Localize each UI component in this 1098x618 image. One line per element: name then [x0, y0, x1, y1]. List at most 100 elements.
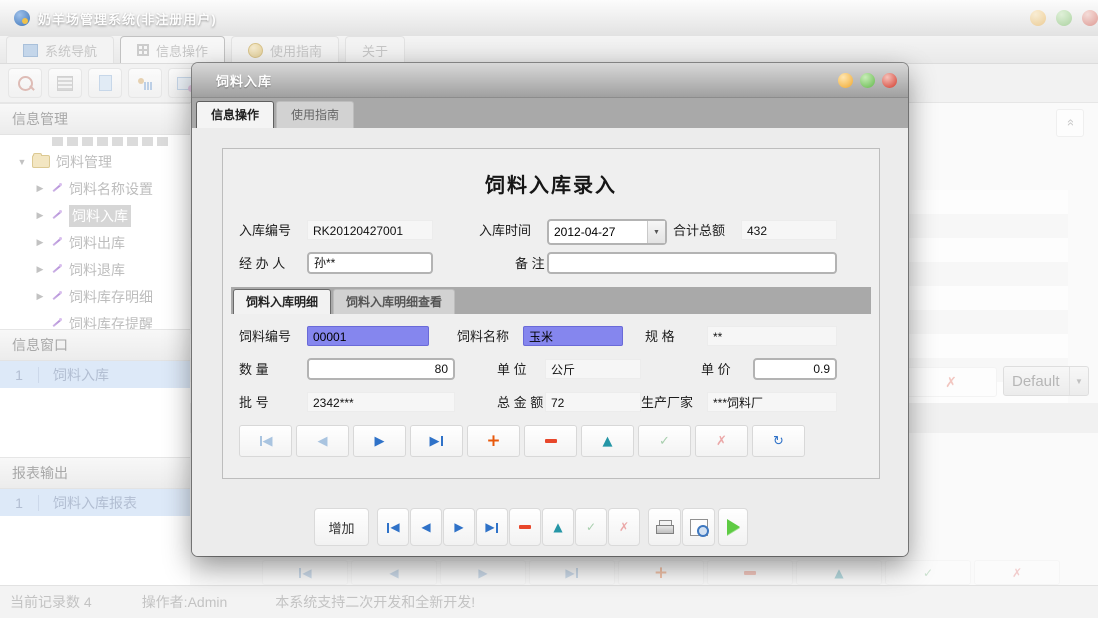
form-panel: 饲料入库录入 入库编号 RK20120427001 入库时间 2012-04-2… — [222, 148, 880, 479]
tab-inbound-detail-view[interactable]: 饲料入库明细查看 — [333, 289, 455, 314]
tree-item-feed-return[interactable]: ▶ 饲料退库 — [0, 256, 190, 283]
handler-input[interactable]: 孙** — [307, 252, 433, 274]
feed-name-label: 饲料名称 — [457, 326, 509, 348]
dialog-maximize-button[interactable] — [860, 73, 875, 88]
bg-next-button[interactable]: ▶ — [440, 560, 526, 585]
batch-field[interactable]: 2342*** — [307, 392, 455, 412]
nav-insert-button[interactable]: + — [467, 425, 520, 457]
chevron-right-icon[interactable]: ▶ — [34, 264, 46, 275]
dialog-titlebar[interactable]: 饲料入库 — [192, 63, 908, 98]
add-button[interactable]: 增加 — [314, 508, 369, 546]
tree-item-feed-outbound[interactable]: ▶ 饲料出库 — [0, 229, 190, 256]
rk-no-field[interactable]: RK20120427001 — [307, 220, 433, 240]
nav-cancel-button[interactable]: ✗ — [695, 425, 748, 457]
search-button[interactable] — [8, 68, 42, 98]
nav-delete-button[interactable] — [524, 425, 577, 457]
amount-field[interactable]: 72 — [545, 392, 641, 412]
chevron-down-icon: ▼ — [1069, 367, 1088, 395]
report-output-header[interactable]: 报表输出 — [0, 457, 190, 489]
tab-info-ops[interactable]: 信息操作 — [120, 36, 225, 63]
document-button[interactable] — [88, 68, 122, 98]
nav-last-button[interactable]: ▶ — [410, 425, 463, 457]
chevron-down-icon[interactable]: ▼ — [16, 157, 28, 167]
toolbar-first-button[interactable]: ◀ — [377, 508, 409, 546]
app-logo-icon — [14, 10, 30, 26]
print-button[interactable] — [648, 508, 681, 546]
chevron-right-icon[interactable]: ▶ — [34, 291, 46, 302]
toolbar-post-button[interactable]: ✓ — [575, 508, 607, 546]
bg-delete-button[interactable] — [707, 560, 793, 585]
style-select[interactable]: Default ▼ — [1003, 366, 1089, 396]
dialog-body: 饲料入库录入 入库编号 RK20120427001 入库时间 2012-04-2… — [192, 128, 908, 556]
remark-input[interactable] — [547, 252, 837, 274]
tree-item-feed-inbound[interactable]: ▶ 饲料入库 — [0, 202, 190, 229]
bg-post-button[interactable]: ✓ — [885, 560, 971, 585]
bg-cancel-button[interactable]: ✗ — [974, 560, 1060, 585]
run-button[interactable] — [718, 508, 748, 546]
collapse-panel-button[interactable]: » — [1056, 109, 1084, 137]
nav-refresh-button[interactable]: ↻ — [752, 425, 805, 457]
bg-first-button[interactable]: ◀ — [262, 560, 348, 585]
tab-system-nav[interactable]: 系统导航 — [6, 36, 114, 63]
tab-about[interactable]: 关于 — [345, 36, 405, 63]
folder-icon — [32, 155, 50, 168]
bg-last-button[interactable]: ▶ — [529, 560, 615, 585]
dialog-tab-info-ops[interactable]: 信息操作 — [196, 101, 274, 129]
nav-post-button[interactable]: ✓ — [638, 425, 691, 457]
toolbar-delete-button[interactable] — [509, 508, 541, 546]
toolbar-last-button[interactable]: ▶ — [476, 508, 508, 546]
rk-no-label: 入库编号 — [239, 220, 291, 242]
nav-first-button[interactable]: ◀ — [239, 425, 292, 457]
close-button[interactable] — [1082, 10, 1098, 26]
tree-item-feed-name-setup[interactable]: ▶ 饲料名称设置 — [0, 175, 190, 202]
nav-edit-button[interactable]: ▲ — [581, 425, 634, 457]
nav-prior-button[interactable]: ◀ — [296, 425, 349, 457]
minimize-button[interactable] — [1030, 10, 1046, 26]
feed-name-field[interactable]: 玉米 — [523, 326, 623, 346]
tree-item-feed-stock-alert[interactable]: 饲料库存提醒 — [0, 310, 190, 329]
price-input[interactable]: 0.9 — [753, 358, 837, 380]
preview-button[interactable] — [682, 508, 715, 546]
report-output-row[interactable]: 1 饲料入库报表 — [0, 489, 190, 516]
dialog-tab-user-guide[interactable]: 使用指南 — [276, 101, 354, 129]
batch-label: 批 号 — [239, 392, 269, 414]
dialog-minimize-button[interactable] — [838, 73, 853, 88]
maker-field[interactable]: ***饲料厂 — [707, 392, 837, 412]
report-button[interactable] — [48, 68, 82, 98]
toolbar-next-button[interactable]: ▶ — [443, 508, 475, 546]
feed-no-label: 饲料编号 — [239, 326, 291, 348]
tab-user-guide[interactable]: 使用指南 — [231, 36, 339, 63]
qty-input[interactable]: 80 — [307, 358, 455, 380]
dialog-tabbar: 信息操作 使用指南 — [192, 98, 908, 129]
nav-next-button[interactable]: ▶ — [353, 425, 406, 457]
tab-inbound-detail[interactable]: 饲料入库明细 — [233, 289, 331, 314]
chevron-right-icon[interactable]: ▶ — [34, 237, 46, 248]
tree-root-feed-mgmt[interactable]: ▼ 饲料管理 — [0, 148, 190, 175]
chevron-right-icon[interactable]: ▶ — [34, 210, 46, 221]
info-window-header[interactable]: 信息窗口 — [0, 329, 190, 361]
bg-prior-button[interactable]: ◀ — [351, 560, 437, 585]
info-window-row[interactable]: 1 饲料入库 — [0, 361, 190, 388]
toolbar-prior-button[interactable]: ◀ — [410, 508, 442, 546]
tree-item-feed-stock-detail[interactable]: ▶ 饲料库存明细 — [0, 283, 190, 310]
chevron-right-icon[interactable]: ▶ — [34, 183, 46, 194]
bg-insert-button[interactable]: + — [618, 560, 704, 585]
rk-time-combobox[interactable]: 2012-04-27 ▼ — [547, 219, 667, 245]
wand-icon — [50, 182, 63, 195]
total-field[interactable]: 432 — [741, 220, 837, 240]
toolbar-cancel-button[interactable]: ✗ — [608, 508, 640, 546]
spec-field[interactable]: ** — [707, 326, 837, 346]
feed-no-field[interactable]: 00001 — [307, 326, 429, 346]
background-cancel-button[interactable]: ✗ — [905, 367, 997, 397]
db-navigator: ◀ ◀ ▶ ▶ + ▲ ✓ ✗ ↻ — [239, 425, 805, 457]
play-icon — [727, 519, 740, 535]
dialog-close-button[interactable] — [882, 73, 897, 88]
chevron-down-icon[interactable]: ▼ — [647, 221, 665, 243]
toolbar-edit-button[interactable]: ▲ — [542, 508, 574, 546]
unit-field[interactable]: 公斤 — [545, 359, 641, 379]
bg-edit-button[interactable]: ▲ — [796, 560, 882, 585]
user-stats-button[interactable] — [128, 68, 162, 98]
maximize-button[interactable] — [1056, 10, 1072, 26]
window-globe-icon — [177, 77, 193, 90]
info-mgmt-header[interactable]: 信息管理 — [0, 103, 190, 135]
